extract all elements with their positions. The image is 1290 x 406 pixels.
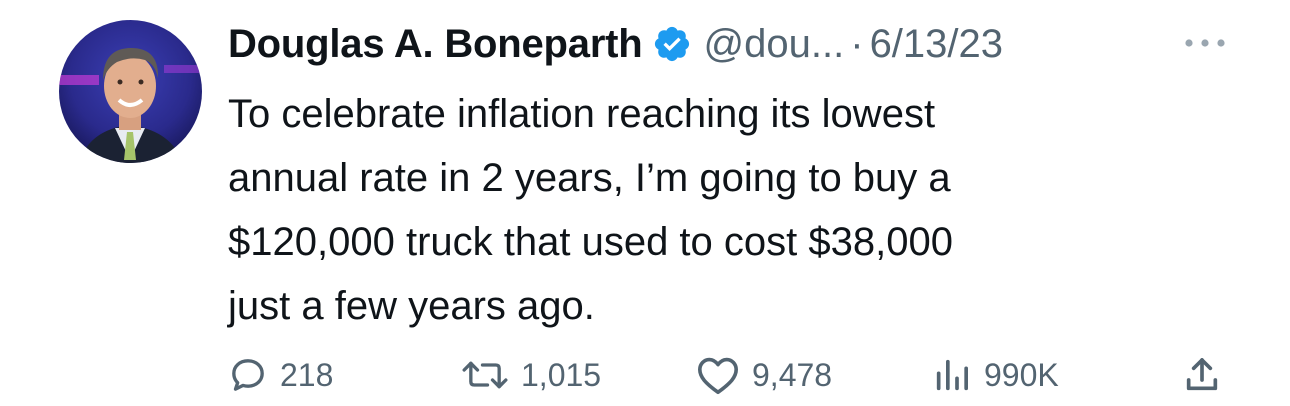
tweet-date[interactable]: 6/13/23	[870, 22, 1003, 67]
tweet-actions: 218 1,015 9,478 990K	[0, 345, 1290, 405]
like-count: 9,478	[752, 356, 833, 393]
tweet-text: To celebrate inflation reaching its lowe…	[228, 92, 953, 328]
reply-count: 218	[280, 356, 334, 393]
avatar-image	[59, 20, 202, 163]
share-button[interactable]	[1182, 345, 1222, 405]
repost-icon	[457, 355, 513, 395]
author-name[interactable]: Douglas A. Boneparth	[228, 22, 643, 67]
reply-icon	[228, 355, 268, 395]
reply-button[interactable]: 218	[228, 345, 333, 405]
views-chart-icon	[932, 355, 972, 395]
header-separator: ·	[850, 21, 864, 66]
heart-icon	[696, 355, 740, 395]
repost-count: 1,015	[521, 356, 602, 393]
author-avatar[interactable]	[59, 20, 202, 163]
tweet-card[interactable]: Douglas A. Boneparth @dou... · 6/13/23 T…	[0, 0, 1290, 406]
more-options-icon[interactable]	[1180, 30, 1230, 56]
tweet-header: Douglas A. Boneparth @dou... · 6/13/23	[228, 14, 1003, 74]
views-count: 990K	[984, 356, 1059, 393]
like-button[interactable]: 9,478	[696, 345, 832, 405]
share-icon	[1182, 355, 1222, 395]
author-handle[interactable]: @dou...	[704, 22, 845, 67]
repost-button[interactable]: 1,015	[457, 345, 601, 405]
verified-badge-icon[interactable]	[652, 24, 692, 64]
views-button[interactable]: 990K	[932, 345, 1059, 405]
